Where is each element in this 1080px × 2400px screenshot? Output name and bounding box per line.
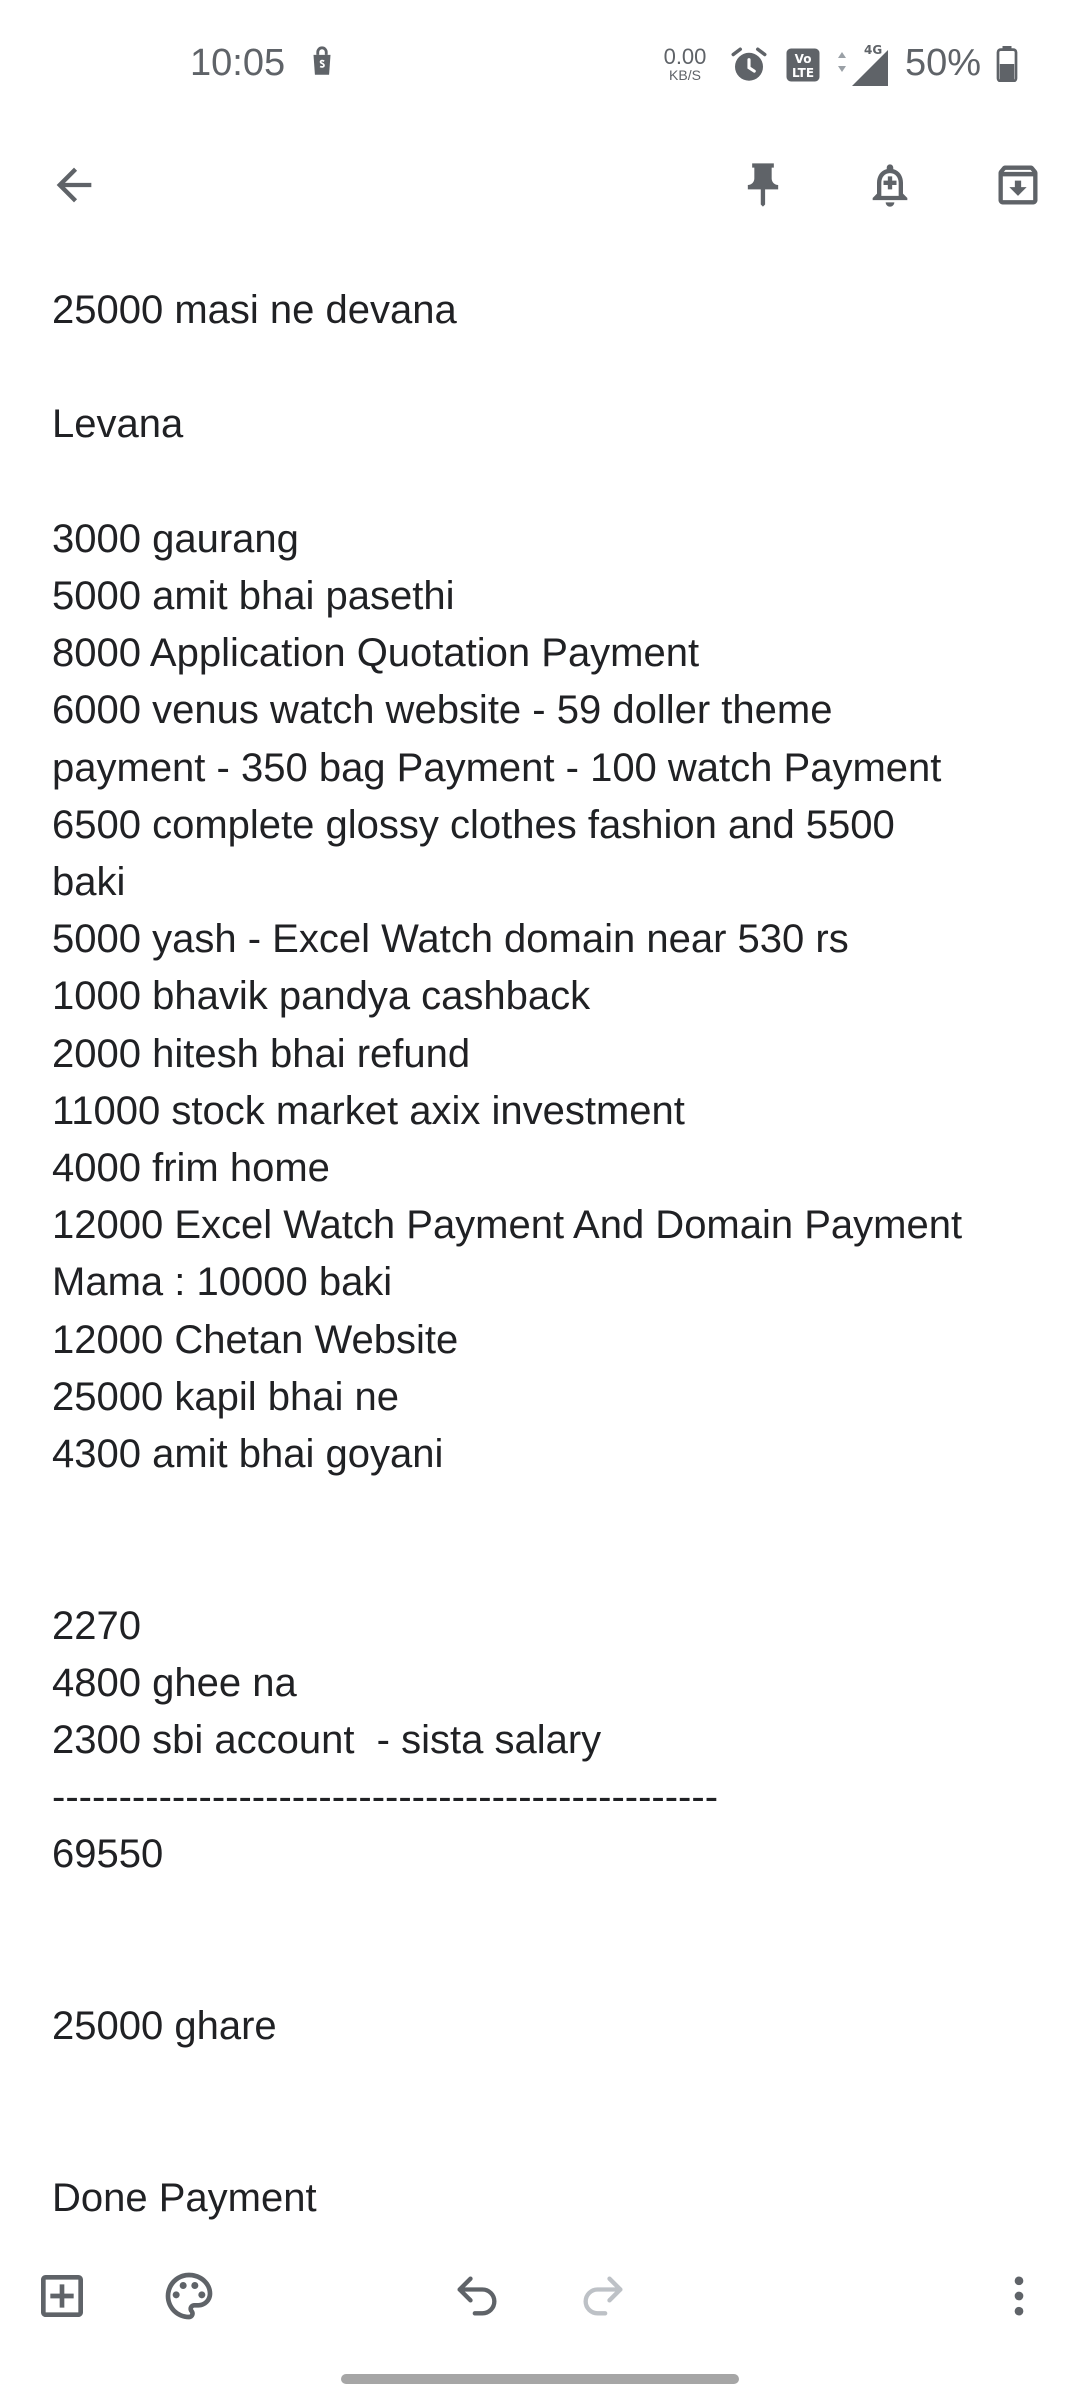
note-line: 8000 Application Quotation Payment (52, 631, 700, 676)
status-bar: 10:05 0.00 KB/S Vo LTE 4G 50% (0, 0, 1080, 130)
network-type-label: 4G (864, 43, 882, 57)
add-content-button[interactable] (26, 2260, 98, 2332)
note-line: 25000 kapil bhai ne (52, 1374, 399, 1419)
back-button[interactable] (38, 149, 110, 221)
battery-icon (996, 46, 1018, 82)
color-palette-button[interactable] (153, 2260, 225, 2332)
note-line: 6500 complete glossy clothes fashion and… (52, 802, 895, 847)
note-line: 69550 (52, 1832, 164, 1877)
note-line: 4000 frim home (52, 1146, 330, 1191)
note-line (52, 339, 1042, 396)
note-line: ----------------------------------------… (52, 1775, 719, 1820)
note-line (52, 1884, 1042, 1941)
note-line (52, 1941, 1042, 1998)
note-line: 12000 Excel Watch Payment And Domain Pay… (52, 1203, 963, 1248)
note-line: baki (52, 860, 126, 904)
note-line (52, 454, 1042, 511)
shopping-bag-icon (313, 46, 331, 75)
redo-button[interactable] (567, 2260, 639, 2332)
network-speed: 0.00 KB/S (660, 44, 710, 83)
note-line (52, 2055, 1042, 2112)
home-indicator[interactable] (341, 2374, 739, 2384)
note-line: 2000 hitesh bhai refund (52, 1031, 471, 1076)
note-line (52, 1540, 1042, 1597)
palette-icon (165, 2272, 213, 2320)
note-line: 12000 Chetan Website (52, 1317, 459, 1362)
note-line: 3000 gaurang (52, 516, 299, 561)
more-vert-icon (1014, 2276, 1024, 2316)
network-speed-unit: KB/S (669, 67, 701, 83)
note-line: 11000 stock market axix investment (52, 1088, 685, 1133)
svg-text:Vo: Vo (795, 52, 812, 66)
note-line: 25000 masi ne devana (52, 288, 457, 332)
note-line (52, 2112, 1042, 2169)
status-time: 10:05 (190, 42, 286, 84)
svg-text:LTE: LTE (792, 66, 814, 80)
arrow-back-icon (56, 167, 92, 203)
note-line: 5000 yash - Excel Watch domain near 530 … (52, 917, 849, 962)
note-line: Done Payment (52, 2175, 317, 2220)
note-line: 2270 (52, 1603, 141, 1648)
note-line (52, 1483, 1042, 1540)
note-body-text[interactable]: 25000 masi ne devana Levana 3000 gaurang 50… (52, 282, 1042, 2227)
battery-percent: 50% (905, 42, 982, 84)
undo-button[interactable] (441, 2260, 513, 2332)
add-box-icon (41, 2275, 83, 2317)
pin-button[interactable] (727, 149, 799, 221)
redo-icon (583, 2276, 623, 2316)
archive-icon (998, 165, 1038, 205)
note-line: 25000 ghare (52, 2004, 277, 2048)
archive-button[interactable] (982, 149, 1054, 221)
note-line: Levana (52, 402, 184, 447)
note-line: 2300 sbi account - sista salary (52, 1718, 602, 1763)
note-line: 6000 venus watch website - 59 doller the… (52, 688, 833, 733)
note-line: 1000 bhavik pandya cashback (52, 974, 591, 1019)
alarm-icon (731, 47, 767, 81)
reminder-button[interactable] (854, 149, 926, 221)
note-line: 5000 amit bhai pasethi (52, 573, 455, 618)
volte-icon: Vo LTE (786, 48, 820, 82)
bell-plus-icon (872, 164, 908, 207)
note-line: 4300 amit bhai goyani (52, 1432, 444, 1477)
network-speed-value: 0.00 (663, 44, 707, 69)
more-options-button[interactable] (983, 2260, 1055, 2332)
pin-icon (747, 163, 779, 207)
undo-icon (457, 2276, 497, 2316)
note-line: 4800 ghee na (52, 1660, 297, 1705)
signal-icon: 4G (838, 43, 888, 86)
note-line: payment - 350 bag Payment - 100 watch Pa… (52, 745, 942, 790)
note-line: Mama : 10000 baki (52, 1260, 393, 1305)
